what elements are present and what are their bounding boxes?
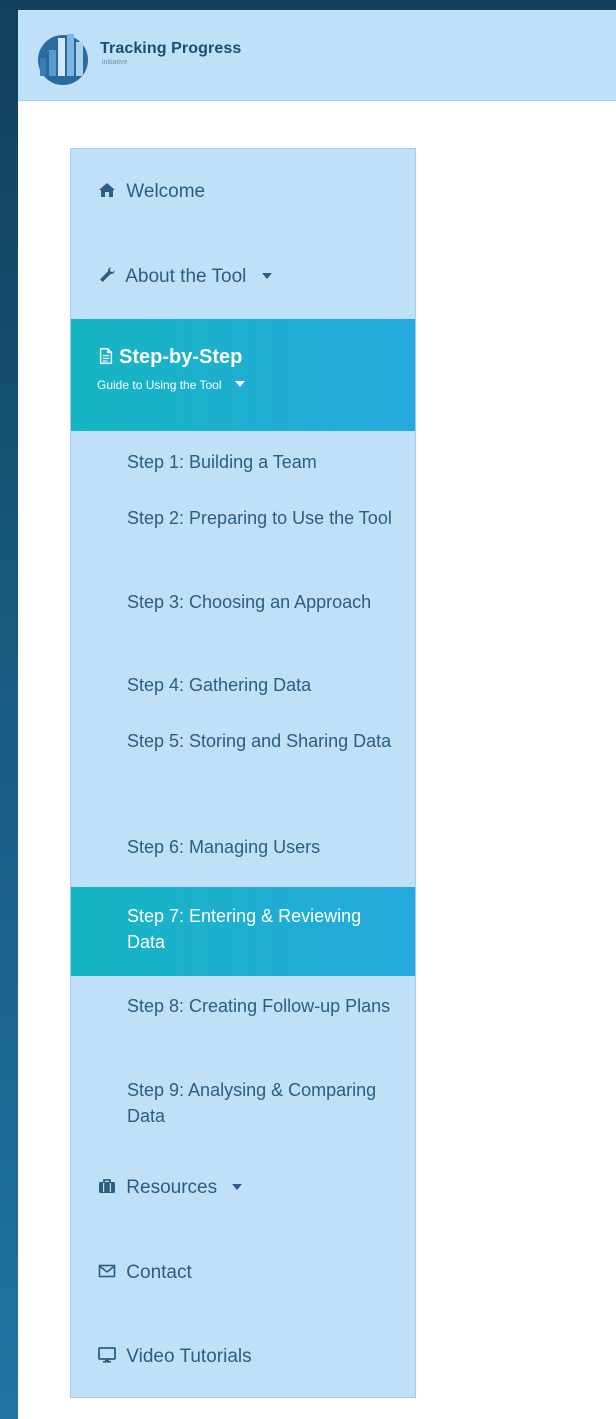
sidebar-item-welcome[interactable]: Welcome [71,180,415,204]
sidebar-item-step-by-step-guide[interactable]: Step-by-Step Guide to Using the Tool [71,319,415,431]
brand[interactable]: Tracking Progress initiative [100,39,241,67]
briefcase-icon [99,1179,115,1193]
guide-title-text: Step-by-Step [119,346,243,368]
sidebar-item-about-label: About the Tool [125,266,247,287]
brand-subtitle: initiative [102,59,128,66]
guide-subtitle-text: Guide to Using the Tool [97,378,222,392]
sidebar-step-7-active[interactable]: Step 7: Entering & Reviewing Data [71,887,415,976]
home-icon [99,183,115,197]
step-label: Step 8: Creating Follow-up Plans [127,996,391,1016]
step-label: Step 9: Analysing & Comparing Data [127,1080,377,1126]
sidebar-step-6[interactable]: Step 6: Managing Users [71,834,415,860]
sidebar-step-5[interactable]: Step 5: Storing and Sharing Data [71,728,415,754]
envelope-icon [98,1264,116,1278]
sidebar-step-3[interactable]: Step 3: Choosing an Approach [71,589,415,615]
sidebar-item-contact-label: Contact [126,1262,192,1283]
logo-icon[interactable] [34,28,98,86]
sidebar-step-4[interactable]: Step 4: Gathering Data [71,672,415,698]
sidebar-item-resources-label: Resources [126,1177,218,1198]
app-window: Tracking Progress initiative Welcome Abo… [18,10,616,1419]
sidebar-item-video-tutorials[interactable]: Video Tutorials [71,1345,415,1369]
sidebar-item-about-tool[interactable]: About the Tool [71,265,415,289]
step-label: Step 2: Preparing to Use the Tool [127,508,392,528]
sidebar-item-video-label: Video Tutorials [126,1346,252,1367]
chevron-down-icon [234,381,245,387]
sidebar-item-contact[interactable]: Contact [71,1261,415,1285]
sidebar-step-1[interactable]: Step 1: Building a Team [71,449,415,475]
step-label: Step 7: Entering & Reviewing Data [127,906,362,952]
guide-title: Step-by-Step [97,345,242,369]
step-label: Step 6: Managing Users [127,837,321,857]
step-label: Step 4: Gathering Data [127,675,312,695]
step-label: Step 3: Choosing an Approach [127,592,372,612]
chevron-down-icon [232,1184,243,1190]
sidebar-item-welcome-label: Welcome [126,181,206,202]
sidebar-step-8[interactable]: Step 8: Creating Follow-up Plans [71,993,415,1019]
wrench-icon [100,267,115,282]
sidebar-step-2[interactable]: Step 2: Preparing to Use the Tool [71,505,415,531]
step-label: Step 1: Building a Team [127,452,317,472]
sidebar-nav: Welcome About the Tool Step-by-Step Guid… [70,148,416,1398]
sidebar-item-resources[interactable]: Resources [71,1176,415,1200]
guide-subtitle: Guide to Using the Tool [97,377,245,393]
document-icon [99,348,113,364]
top-navigation-bar: Tracking Progress initiative [18,10,616,101]
brand-title[interactable]: Tracking Progress [100,39,241,59]
monitor-icon [98,1347,116,1363]
step-label: Step 5: Storing and Sharing Data [127,731,392,751]
chevron-down-icon [261,273,272,279]
sidebar-step-9[interactable]: Step 9: Analysing & Comparing Data [71,1077,415,1129]
